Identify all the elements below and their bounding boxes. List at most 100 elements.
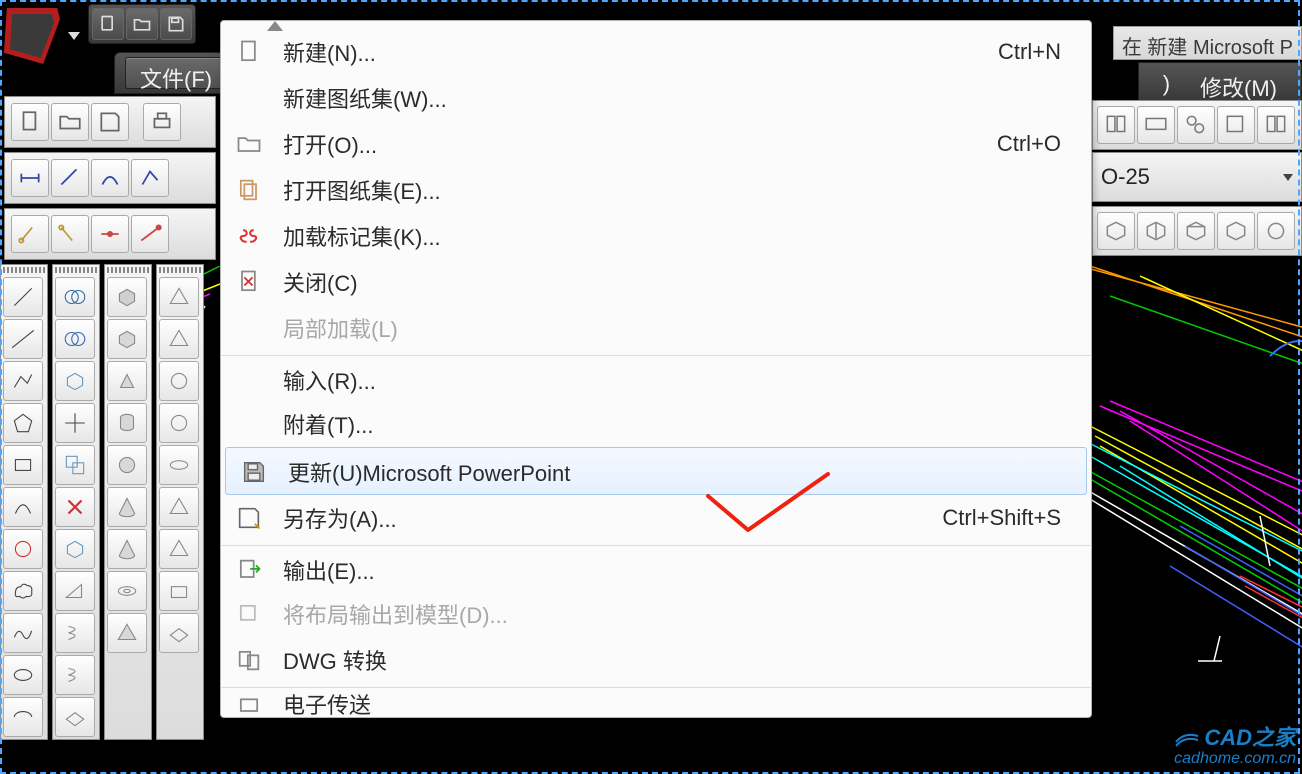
layer-iso-icon[interactable] bbox=[55, 277, 95, 317]
file-menu-open-sheetset[interactable]: 打开图纸集(E)... bbox=[221, 167, 1091, 213]
export-icon bbox=[221, 556, 277, 584]
edit7-icon[interactable] bbox=[159, 529, 199, 569]
arc-icon[interactable] bbox=[3, 487, 43, 527]
file-menu-new[interactable]: 新建(N)... Ctrl+N bbox=[221, 29, 1091, 75]
edit9-icon[interactable] bbox=[159, 613, 199, 653]
save-as-icon bbox=[221, 504, 277, 532]
shortcut-label: Ctrl+N bbox=[998, 39, 1091, 65]
menubar-right: ) 修改(M) bbox=[1138, 62, 1302, 102]
cone2-icon[interactable] bbox=[107, 529, 147, 569]
pyramid-icon[interactable] bbox=[107, 613, 147, 653]
file-menu-new-sheetset[interactable]: 新建图纸集(W)... bbox=[221, 75, 1091, 121]
edit3-icon[interactable] bbox=[159, 361, 199, 401]
cube2-icon[interactable] bbox=[107, 319, 147, 359]
sheets-icon bbox=[221, 176, 277, 204]
line-icon[interactable] bbox=[3, 277, 43, 317]
ellipse-icon[interactable] bbox=[3, 655, 43, 695]
menu-modify[interactable]: 修改(M) bbox=[1186, 67, 1291, 97]
tool-r1c-icon[interactable] bbox=[1177, 106, 1215, 144]
file-menu-export[interactable]: 输出(E)... bbox=[221, 545, 1091, 591]
file-menu-update-powerpoint[interactable]: 更新(U)Microsoft PowerPoint bbox=[225, 447, 1087, 495]
cube-icon[interactable] bbox=[107, 277, 147, 317]
edit6-icon[interactable] bbox=[159, 487, 199, 527]
file-menu-load-markup[interactable]: 加载标记集(K)... bbox=[221, 213, 1091, 259]
save-disk-icon[interactable] bbox=[91, 103, 129, 141]
join-icon[interactable] bbox=[131, 215, 169, 253]
polyline-icon[interactable] bbox=[3, 361, 43, 401]
layer-prev-icon[interactable] bbox=[55, 529, 95, 569]
file-menu-open[interactable]: 打开(O)... Ctrl+O bbox=[221, 121, 1091, 167]
circle-icon[interactable] bbox=[3, 529, 43, 569]
palette-draw bbox=[0, 264, 48, 740]
file-menu-more[interactable]: 电子传送 bbox=[221, 687, 1091, 717]
view3d-5-icon[interactable] bbox=[1257, 212, 1295, 250]
move-icon[interactable] bbox=[55, 403, 95, 443]
qat-save-icon[interactable] bbox=[160, 8, 192, 40]
new-file-icon[interactable] bbox=[11, 103, 49, 141]
tool-r1b-icon[interactable] bbox=[1137, 106, 1175, 144]
helix-icon[interactable] bbox=[55, 613, 95, 653]
arc-dim-icon[interactable] bbox=[91, 159, 129, 197]
qat-open-icon[interactable] bbox=[126, 8, 158, 40]
file-menu-save-as[interactable]: 另存为(A)... Ctrl+Shift+S bbox=[221, 495, 1091, 541]
polygon-icon[interactable] bbox=[3, 403, 43, 443]
app-logo-icon[interactable] bbox=[4, 8, 60, 64]
qat-new-icon[interactable] bbox=[92, 8, 124, 40]
tool-r1e-icon[interactable] bbox=[1257, 106, 1295, 144]
trim-icon[interactable] bbox=[11, 215, 49, 253]
menu-unknown[interactable]: ) bbox=[1149, 67, 1184, 97]
layer-merge-icon[interactable] bbox=[55, 319, 95, 359]
palette-grip-icon[interactable] bbox=[3, 267, 45, 273]
app-menu-dropdown-icon[interactable] bbox=[68, 32, 80, 40]
cone-icon[interactable] bbox=[107, 487, 147, 527]
tool-r1d-icon[interactable] bbox=[1217, 106, 1255, 144]
file-menu-dwg-convert[interactable]: DWG 转换 bbox=[221, 637, 1091, 683]
tool-r1a-icon[interactable] bbox=[1097, 106, 1135, 144]
file-menu-attach[interactable]: 附着(T)... bbox=[221, 401, 1091, 447]
prism-icon[interactable] bbox=[107, 361, 147, 401]
edit1-icon[interactable] bbox=[159, 277, 199, 317]
open-folder-icon bbox=[221, 130, 277, 158]
helix2-icon[interactable] bbox=[55, 655, 95, 695]
extend-icon[interactable] bbox=[51, 215, 89, 253]
cylinder-icon[interactable] bbox=[107, 403, 147, 443]
shortcut-label: Ctrl+Shift+S bbox=[942, 505, 1091, 531]
ordinate-dim-icon[interactable] bbox=[131, 159, 169, 197]
planar-icon[interactable] bbox=[55, 697, 95, 737]
dwg-convert-icon bbox=[221, 646, 277, 674]
layer-selector[interactable]: O-25 bbox=[1092, 152, 1302, 202]
view3d-2-icon[interactable] bbox=[1137, 212, 1175, 250]
open-folder-icon[interactable] bbox=[51, 103, 89, 141]
file-dropdown-menu: 新建(N)... Ctrl+N 新建图纸集(W)... 打开(O)... Ctr… bbox=[220, 20, 1092, 718]
file-menu-close[interactable]: 关闭(C) bbox=[221, 259, 1091, 305]
revcloud-icon[interactable] bbox=[3, 571, 43, 611]
palette-grip-icon[interactable] bbox=[159, 267, 201, 273]
sphere-icon[interactable] bbox=[107, 445, 147, 485]
construction-line-icon[interactable] bbox=[3, 319, 43, 359]
aligned-dim-icon[interactable] bbox=[51, 159, 89, 197]
menu-file[interactable]: 文件(F) bbox=[125, 57, 227, 89]
copy-layer-icon[interactable] bbox=[55, 445, 95, 485]
ellipse-arc-icon[interactable] bbox=[3, 697, 43, 737]
linear-dim-icon[interactable] bbox=[11, 159, 49, 197]
palette-grip-icon[interactable] bbox=[107, 267, 149, 273]
wedge-icon[interactable] bbox=[55, 571, 95, 611]
palette-solids bbox=[104, 264, 152, 740]
quick-access-toolbar bbox=[88, 4, 196, 44]
erase-icon[interactable] bbox=[55, 487, 95, 527]
view3d-3-icon[interactable] bbox=[1177, 212, 1215, 250]
view3d-1-icon[interactable] bbox=[1097, 212, 1135, 250]
view3d-4-icon[interactable] bbox=[1217, 212, 1255, 250]
spline-icon[interactable] bbox=[3, 613, 43, 653]
edit5-icon[interactable] bbox=[159, 445, 199, 485]
box-icon[interactable] bbox=[55, 361, 95, 401]
file-menu-import[interactable]: 输入(R)... bbox=[221, 355, 1091, 401]
break-icon[interactable] bbox=[91, 215, 129, 253]
palette-grip-icon[interactable] bbox=[55, 267, 97, 273]
edit2-icon[interactable] bbox=[159, 319, 199, 359]
rectangle-icon[interactable] bbox=[3, 445, 43, 485]
edit4-icon[interactable] bbox=[159, 403, 199, 443]
print-icon[interactable] bbox=[143, 103, 181, 141]
torus-icon[interactable] bbox=[107, 571, 147, 611]
edit8-icon[interactable] bbox=[159, 571, 199, 611]
